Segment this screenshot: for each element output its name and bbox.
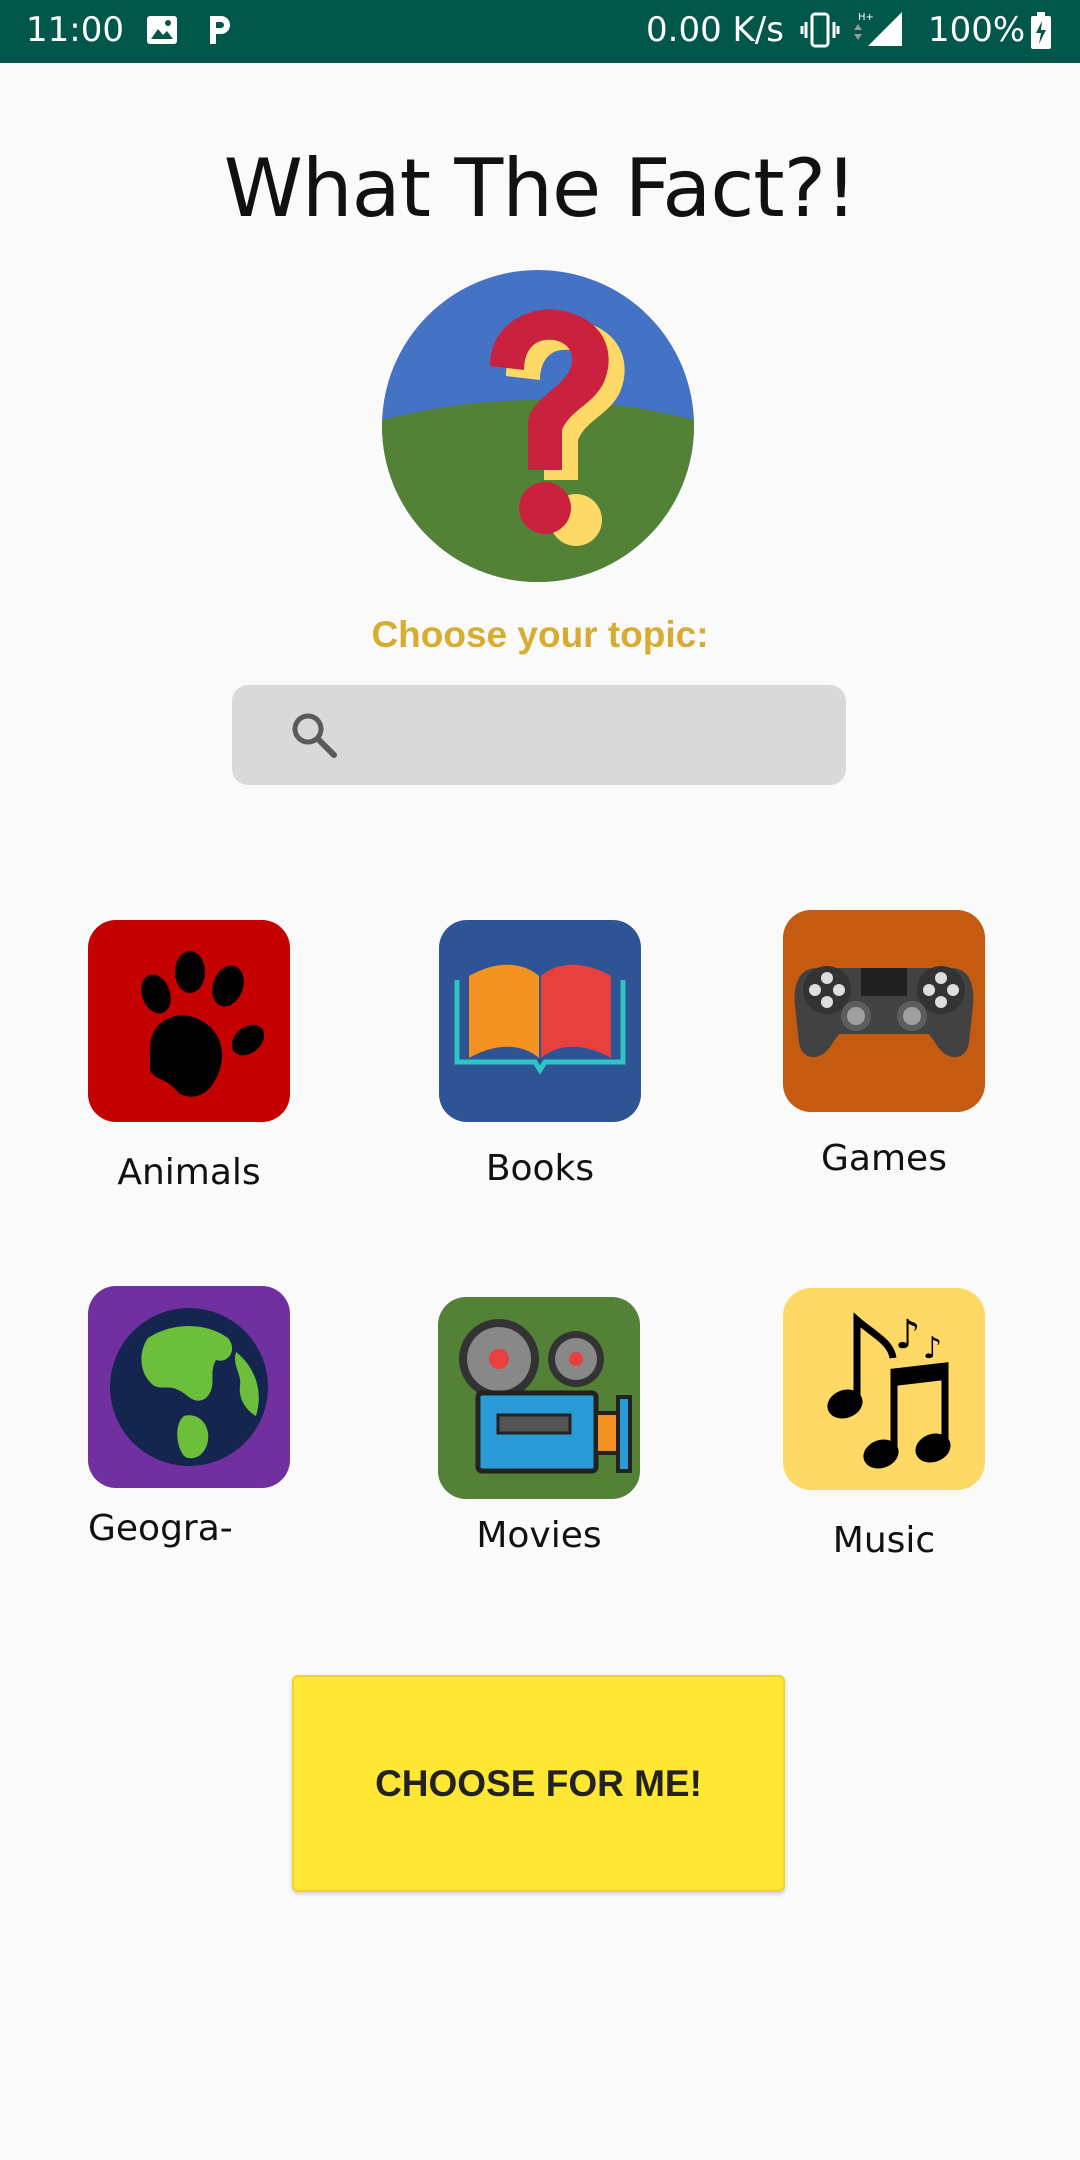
topic-label-animals: Animals (117, 1152, 261, 1193)
status-bar: 11:00 0.00 K/s H+ 100% (0, 0, 1080, 63)
projector-icon[interactable] (438, 1297, 640, 1499)
svg-text:H+: H+ (858, 12, 874, 23)
vibrate-icon (800, 12, 840, 57)
signal-icon: H+ (852, 10, 906, 59)
question-mark-logo-icon (382, 270, 694, 582)
status-time: 11:00 (26, 10, 124, 50)
topic-label-books: Books (485, 1148, 595, 1189)
choose-for-me-button[interactable]: CHOOSE FOR ME! (292, 1675, 785, 1892)
globe-icon[interactable] (88, 1286, 290, 1488)
topic-label-games: Games (821, 1138, 947, 1179)
topic-label-music: Music (832, 1520, 936, 1561)
parking-notification-icon (205, 12, 235, 57)
app-title: What The Fact?! (223, 142, 857, 235)
gamepad-icon[interactable] (783, 910, 985, 1112)
svg-text:♪: ♪ (895, 1312, 921, 1358)
choose-topic-label: Choose your topic: (371, 614, 709, 655)
battery-icon (1030, 12, 1052, 59)
search-input[interactable] (352, 705, 826, 767)
paw-icon[interactable] (88, 920, 290, 1122)
search-box[interactable] (232, 685, 846, 785)
image-notification-icon (146, 14, 178, 55)
topic-label-movies: Movies (476, 1515, 602, 1556)
topic-label-geography: Geogra- (88, 1508, 233, 1549)
search-icon[interactable] (288, 709, 340, 765)
book-icon[interactable] (439, 920, 641, 1122)
network-speed: 0.00 K/s (646, 10, 784, 50)
svg-text:♪: ♪ (923, 1331, 942, 1366)
battery-percentage: 100% (928, 10, 1026, 50)
music-notes-icon[interactable]: ♪ ♪ (783, 1288, 985, 1490)
